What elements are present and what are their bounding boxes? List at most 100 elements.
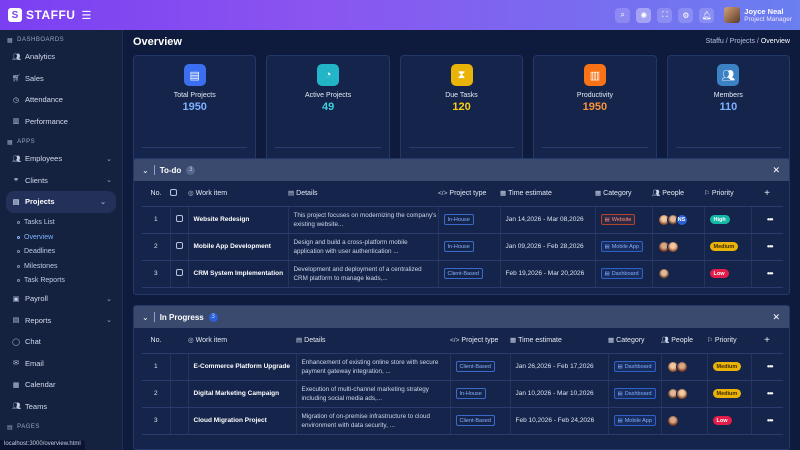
avatar[interactable] [657, 267, 670, 280]
category-cell: ▤ Website [594, 206, 652, 234]
avatar[interactable] [666, 240, 679, 253]
logo-mark-icon: S [8, 8, 22, 22]
close-icon[interactable]: ✕ [772, 165, 780, 176]
priority-badge[interactable]: Medium [712, 389, 742, 398]
more-options-icon[interactable]: ••• [767, 362, 773, 371]
sidebar-subitem-deadlines[interactable]: Deadlines [0, 245, 122, 260]
sidebar-item-email[interactable]: ✉ Email [0, 353, 122, 375]
work-item-name[interactable]: Website Redesign [187, 206, 288, 234]
sidebar-item-calendar[interactable]: ▦ Calendar [0, 374, 122, 396]
table-row[interactable]: 3 Cloud Migration Project Migration of on-… [142, 407, 783, 435]
priority-badge[interactable]: High [709, 215, 730, 224]
table-row[interactable]: 2 Mobile App Development Design and build … [142, 233, 783, 261]
more-options-icon[interactable]: ••• [767, 215, 773, 224]
fullscreen-icon[interactable]: ⛶ [657, 7, 673, 23]
bar-chart-icon: ▥ [583, 64, 606, 86]
sidebar-section-apps: ▦ APPS [7, 139, 36, 146]
col-details: ▤ Details [296, 328, 450, 354]
in-progress-panel-header[interactable]: ⌄ In Progress 3 ✕ [134, 306, 789, 328]
people-cell: NS [651, 206, 704, 234]
sidebar-subitem-milestones[interactable]: Milestones [0, 259, 122, 274]
avatar-group: NS [657, 213, 704, 226]
details-icon: ▤ [288, 190, 295, 198]
user-profile[interactable]: Joyce Neal Project Manager [724, 7, 792, 23]
table-row[interactable]: 3 CRM System Implementation Development an… [142, 260, 783, 288]
header-divider [153, 312, 155, 322]
sidebar-item-attendance[interactable]: ◷ Attendance [0, 89, 122, 111]
col-people: 👥︎ People [652, 181, 704, 207]
menu-toggle-icon[interactable]: ☰ [81, 9, 91, 22]
sidebar-item-sales[interactable]: 🛒︎ Sales [0, 68, 122, 90]
row-checkbox[interactable] [175, 242, 183, 249]
details-icon: ▤ [296, 337, 303, 345]
row-actions-cell: ••• [750, 380, 783, 408]
bullet-icon [17, 221, 20, 225]
add-column-button[interactable]: + [751, 181, 783, 207]
priority-cell: Low [706, 407, 751, 435]
avatar-initials[interactable]: NS [675, 213, 688, 226]
more-options-icon[interactable]: ••• [767, 416, 773, 425]
more-options-icon[interactable]: ••• [767, 269, 773, 278]
more-options-icon[interactable]: ••• [767, 389, 773, 398]
chevron-down-icon[interactable]: ⌄ [142, 313, 149, 322]
sidebar-item-clients[interactable]: ⚭ Clients ⌄ [0, 170, 122, 192]
select-all-checkbox[interactable] [170, 188, 177, 196]
sidebar-item-payroll[interactable]: ▣ Payroll ⌄ [0, 288, 122, 310]
theme-toggle-icon[interactable]: ✺ [636, 7, 652, 23]
sidebar-subitem-overview[interactable]: Overview [0, 230, 122, 245]
project-type-tag: In-House [443, 241, 474, 252]
priority-badge[interactable]: Low [712, 416, 732, 425]
grid-icon: ▦ [7, 37, 14, 44]
bullet-icon [17, 264, 20, 268]
priority-badge[interactable]: Medium [712, 362, 742, 371]
work-item-name[interactable]: Cloud Migration Project [187, 407, 296, 435]
sidebar-item-analytics[interactable]: 👥︎ Analytics [0, 46, 122, 68]
apps-icon: ▦ [7, 139, 14, 146]
avatar-group [657, 240, 704, 253]
sidebar-subitem-tasks-list[interactable]: Tasks List [0, 216, 122, 231]
work-item-details: Development and deployment of a centrali… [287, 260, 438, 288]
avatar-group [666, 360, 707, 373]
close-icon[interactable]: ✕ [772, 312, 780, 323]
more-options-icon[interactable]: ••• [767, 242, 773, 251]
sidebar-item-chat[interactable]: ◯ Chat [0, 331, 122, 353]
work-item-name[interactable]: Mobile App Development [187, 233, 288, 261]
sidebar-item-projects[interactable]: ▤ Projects ⌄ [6, 191, 116, 213]
notification-bell-icon[interactable]: 🔔︎ [699, 7, 715, 23]
chevron-down-icon[interactable]: ⌄ [142, 166, 149, 175]
calendar-icon: ▦ [510, 337, 517, 345]
row-checkbox[interactable] [175, 269, 183, 276]
sidebar-item-performance[interactable]: ▥ Performance [0, 111, 122, 133]
work-item-name[interactable]: E-Commerce Platform Upgrade [187, 353, 296, 381]
sidebar-subitem-task-reports[interactable]: Task Reports [0, 274, 122, 289]
project-type-cell: Client-Based [449, 407, 510, 435]
stat-value: 1950 [582, 101, 608, 113]
work-item-name[interactable]: Digital Marketing Campaign [187, 380, 296, 408]
search-icon[interactable]: ⌕ [615, 7, 631, 23]
avatar[interactable] [666, 414, 679, 427]
row-select-cell [169, 260, 188, 288]
sidebar-item-employees[interactable]: 👥︎ Employees ⌄ [0, 148, 122, 170]
breadcrumb-staffu[interactable]: Staffu [706, 38, 724, 45]
add-column-button[interactable]: + [751, 328, 783, 354]
priority-badge[interactable]: Medium [709, 242, 739, 251]
table-row[interactable]: 1 Website Redesign This project focuses on… [142, 206, 783, 234]
row-actions-cell: ••• [750, 407, 783, 435]
app-logo[interactable]: S STAFFU ☰ [8, 8, 123, 22]
chevron-down-icon: ⌄ [106, 317, 112, 325]
grid-icon: ▦ [608, 337, 615, 345]
work-item-name[interactable]: CRM System Implementation [187, 260, 288, 288]
table-row[interactable]: 2 Digital Marketing Campaign Execution of … [142, 380, 783, 408]
table-row[interactable]: 1 E-Commerce Platform Upgrade Enhancement … [142, 353, 783, 381]
in-progress-title: In Progress [159, 312, 204, 322]
priority-cell: Low [703, 260, 751, 288]
avatar[interactable] [675, 360, 688, 373]
settings-gear-icon[interactable]: ⚙ [678, 7, 694, 23]
avatar[interactable] [675, 387, 688, 400]
todo-panel-header[interactable]: ⌄ To-do 3 ✕ [134, 159, 789, 181]
priority-badge[interactable]: Low [709, 269, 729, 278]
sidebar-item-reports[interactable]: ▤ Reports ⌄ [0, 310, 122, 332]
sidebar-item-teams[interactable]: 👥︎ Teams [0, 396, 122, 418]
breadcrumb-projects[interactable]: Projects [730, 38, 755, 45]
row-checkbox[interactable] [175, 215, 183, 222]
